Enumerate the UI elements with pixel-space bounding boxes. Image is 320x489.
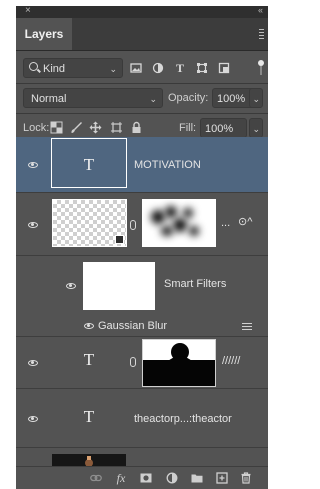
layer-row-theactor[interactable]: T theactorp...:theactor [16, 389, 268, 448]
visibility-eye-icon[interactable] [28, 222, 38, 228]
tab-layers[interactable]: Layers [16, 18, 72, 50]
link-chain-icon[interactable] [130, 220, 136, 230]
layer-row-motivation[interactable]: T MOTIVATION [16, 137, 268, 193]
layer-name[interactable]: ... [221, 217, 230, 229]
type-layer-thumbnail: T [83, 407, 95, 426]
layers-panel: × ‹‹ Layers Kind ⌄ T Normal ⌄ Opacity: 1… [16, 6, 268, 489]
divider [16, 113, 268, 114]
adjustment-layer-icon[interactable] [166, 472, 178, 484]
lock-all-icon[interactable] [130, 121, 143, 134]
panel-menu-icon[interactable] [259, 29, 264, 41]
fill-dropdown-button[interactable]: ⌄ [249, 118, 263, 138]
visibility-eye-icon[interactable] [28, 162, 38, 168]
smart-filter-mask-thumbnail[interactable] [83, 262, 155, 310]
link-chain-icon[interactable] [130, 357, 136, 367]
filter-row: Kind ⌄ T [16, 56, 268, 80]
blend-mode-select[interactable]: Normal ⌄ [23, 88, 163, 108]
blend-mode-value: Normal [31, 93, 67, 105]
kind-filter-select[interactable]: Kind ⌄ [23, 58, 123, 78]
partial-layer-thumbnail [52, 454, 126, 466]
kind-filter-label: Kind [43, 63, 66, 75]
visibility-eye-icon[interactable] [84, 323, 94, 329]
type-filter-icon[interactable]: T [174, 62, 186, 74]
layer-row-slashes[interactable]: T ////// [16, 337, 268, 389]
adjustment-filter-icon[interactable] [152, 62, 164, 74]
fill-field[interactable]: 100% [200, 118, 247, 138]
smart-filter-toggle-icon[interactable]: ⊙^ [238, 215, 252, 228]
visibility-eye-icon[interactable] [28, 416, 38, 422]
new-group-icon[interactable] [191, 472, 203, 484]
opacity-dropdown-button[interactable]: ⌄ [249, 88, 263, 108]
visibility-eye-icon[interactable] [66, 283, 76, 289]
chevron-down-icon: ⌄ [149, 94, 157, 104]
delete-layer-icon[interactable] [240, 472, 252, 484]
type-layer-thumbnail: T [83, 350, 95, 369]
layers-footer: fx [16, 466, 268, 489]
search-icon [29, 62, 38, 71]
chevron-down-icon: ⌄ [109, 64, 117, 74]
filter-effect-row[interactable]: Gaussian Blur [16, 317, 268, 337]
tab-bar: Layers [16, 18, 268, 51]
shape-filter-icon[interactable] [196, 62, 208, 74]
link-layers-icon[interactable] [90, 472, 102, 484]
mask-shape [143, 343, 215, 386]
blend-row: Normal ⌄ Opacity: 100% ⌄ [16, 86, 268, 110]
layer-style-icon[interactable]: fx [115, 472, 127, 484]
filter-toggle-icon[interactable] [258, 60, 264, 75]
filter-effect-name[interactable]: Gaussian Blur [98, 320, 167, 332]
layer-name[interactable]: theactorp...:theactor [134, 413, 232, 425]
lock-artboard-icon[interactable] [110, 121, 123, 134]
layer-row-smart-object[interactable]: ... ⊙^ [16, 193, 268, 256]
type-layer-thumbnail: T [83, 155, 95, 174]
blending-options-icon[interactable] [242, 323, 252, 332]
visibility-eye-icon[interactable] [28, 360, 38, 366]
smart-object-badge-icon [115, 235, 124, 244]
lock-label: Lock: [23, 122, 50, 134]
layer-mask-thumbnail[interactable] [142, 339, 216, 387]
add-mask-icon[interactable] [140, 472, 152, 484]
opacity-label: Opacity: [168, 92, 209, 104]
smart-filters-label[interactable]: Smart Filters [164, 278, 226, 290]
new-layer-icon[interactable] [216, 472, 228, 484]
divider [16, 83, 268, 84]
collapse-icon[interactable]: ‹‹ [258, 6, 263, 15]
layer-mask-thumbnail[interactable] [142, 199, 216, 247]
smart-object-thumbnail [52, 199, 127, 247]
lock-position-icon[interactable] [89, 121, 102, 134]
smart-object-filter-icon[interactable] [218, 62, 230, 74]
chevron-down-icon: ⌄ [252, 94, 260, 104]
smart-filters-row[interactable]: Smart Filters [16, 256, 268, 317]
image-filter-icon[interactable] [130, 62, 142, 74]
lock-transparent-pixels-icon[interactable] [50, 121, 63, 134]
chevron-down-icon: ⌄ [252, 124, 260, 134]
fill-label: Fill: [179, 122, 197, 134]
layer-name[interactable]: MOTIVATION [134, 159, 201, 171]
layer-row-partial[interactable] [16, 448, 268, 466]
lock-image-pixels-icon[interactable] [70, 121, 83, 134]
panel-title-bar: × ‹‹ [16, 6, 268, 18]
close-icon[interactable]: × [25, 6, 31, 16]
layer-name[interactable]: ////// [222, 355, 240, 367]
